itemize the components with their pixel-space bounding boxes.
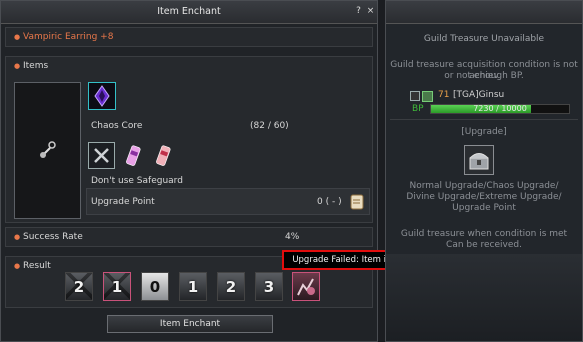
safeguard-scroll-icon	[126, 145, 141, 166]
receive-line2: Can be received.	[446, 240, 522, 250]
bullet-icon: ●	[14, 262, 21, 270]
treasure-chest-icon	[469, 153, 489, 170]
success-rate-value: 4%	[285, 232, 300, 242]
target-item-row: ● Vampiric Earring +8	[5, 27, 373, 47]
safeguard-none-slot[interactable]	[88, 142, 115, 169]
material-count: (82 / 60)	[250, 121, 289, 131]
items-header: Items	[23, 61, 49, 71]
upgrade-point-label: Upgrade Point	[91, 197, 155, 207]
upgrade-label: [Upgrade]	[461, 127, 507, 137]
title-bar[interactable]: Item Enchant	[1, 1, 377, 24]
member-emblem-icon	[422, 91, 433, 102]
chaos-core-slot[interactable]	[88, 82, 116, 110]
items-section: ● Items Chaos Core (82 / 60) Don't use S…	[5, 56, 373, 223]
safeguard-label: Don't use Safeguard	[91, 176, 183, 186]
guild-header: Guild Treasure Unavailable	[423, 34, 545, 44]
upgrade-desc-2: Divine Upgrade/Extreme Upgrade/	[406, 192, 562, 202]
guild-condition-line2: or not enough BP.	[444, 71, 524, 81]
bullet-icon: ●	[14, 33, 21, 41]
treasure-chest-slot[interactable]	[464, 145, 494, 175]
result-level-up-2[interactable]: 2	[217, 272, 245, 301]
success-rate-row: ● Success Rate 4%	[5, 227, 373, 247]
enchant-item-slot[interactable]	[14, 82, 81, 219]
target-item-name: Vampiric Earring +8	[23, 32, 114, 42]
upgrade-point-value: 0 ( - )	[317, 197, 342, 207]
guild-treasure-panel: Guild Treasure Unavailable Guild treasur…	[385, 0, 583, 342]
success-rate-label: Success Rate	[23, 232, 83, 242]
divider	[390, 119, 578, 120]
result-level-down-1[interactable]: 1	[103, 272, 131, 301]
result-level-value: 0	[149, 278, 161, 296]
item-enchant-window: Item Enchant ? × ● Vampiric Earring +8 ●…	[0, 0, 378, 342]
checkbox-icon[interactable]	[410, 91, 420, 101]
upgrade-scroll-icon[interactable]	[348, 192, 366, 212]
result-level-value: 1	[187, 278, 199, 296]
guild-panel-footer	[386, 254, 582, 341]
safeguard-scroll-icon	[156, 145, 171, 166]
bullet-icon: ●	[14, 62, 21, 70]
upgrade-point-row: Upgrade Point 0 ( - )	[86, 188, 370, 215]
upgrade-desc-3: Upgrade Point	[452, 203, 516, 213]
result-level-value: 3	[263, 278, 275, 296]
bp-bar: 7230 / 10000	[430, 104, 570, 114]
result-level-down-2[interactable]: 2	[65, 272, 93, 301]
result-destroyed[interactable]	[292, 272, 320, 301]
close-icon[interactable]: ×	[364, 5, 377, 18]
broken-item-icon	[297, 278, 315, 296]
chaos-core-icon	[94, 85, 110, 107]
result-level-up-1[interactable]: 1	[179, 272, 207, 301]
member-name: [TGA]Ginsu	[453, 90, 505, 100]
receive-line1: Guild treasure when condition is met	[400, 229, 568, 239]
result-level-value: 2	[73, 278, 85, 296]
safeguard-scroll-slot[interactable]	[120, 142, 147, 169]
item-enchant-button[interactable]: Item Enchant	[107, 315, 273, 333]
safeguard-scroll-slot[interactable]	[150, 142, 177, 169]
upgrade-desc-1: Normal Upgrade/Chaos Upgrade/	[409, 181, 559, 191]
result-level-value: 2	[225, 278, 237, 296]
result-label: Result	[23, 261, 51, 271]
bullet-icon: ●	[14, 233, 21, 241]
material-name: Chaos Core	[91, 121, 143, 131]
result-level-value: 1	[111, 278, 123, 296]
x-icon	[94, 148, 109, 163]
earring-icon	[40, 141, 56, 158]
result-level-up-3[interactable]: 3	[255, 272, 283, 301]
member-level: 71	[438, 90, 450, 100]
result-level-0[interactable]: 0	[141, 272, 169, 301]
window-title: Item Enchant	[157, 6, 221, 17]
bp-value: 7230 / 10000	[473, 104, 527, 113]
guild-panel-titlebar	[386, 1, 582, 24]
bp-label: BP	[412, 104, 424, 114]
